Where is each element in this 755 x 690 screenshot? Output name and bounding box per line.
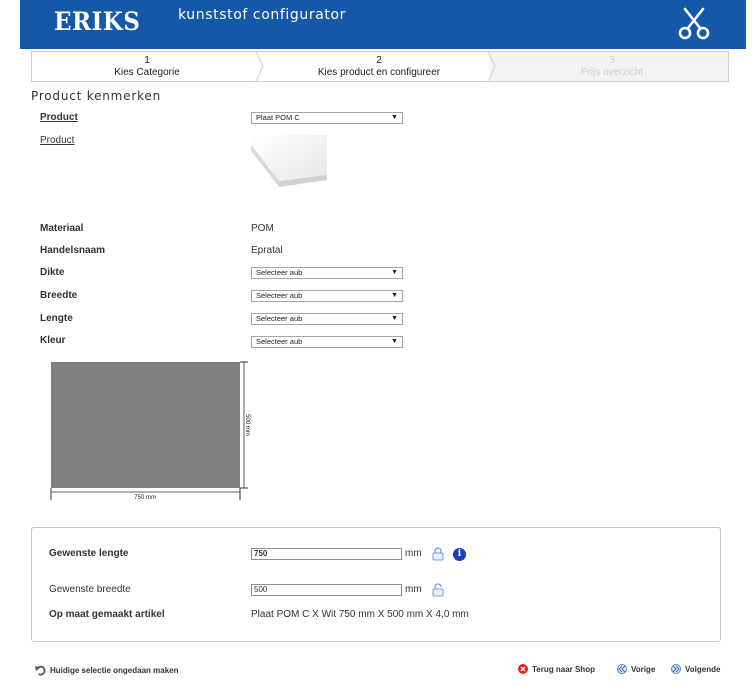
product-select[interactable]: Plaat POM C ▼ bbox=[251, 112, 403, 124]
gewenste-lengte-input[interactable]: 750 bbox=[251, 548, 402, 560]
back-to-shop-label: Terug naar Shop bbox=[532, 664, 595, 674]
breedte-select-value: Selecteer aub bbox=[256, 291, 303, 300]
lock-open-icon[interactable] bbox=[432, 583, 444, 597]
lock-closed-icon[interactable] bbox=[432, 547, 444, 561]
kleur-select[interactable]: Selecteer aub ▼ bbox=[251, 336, 403, 348]
lengte-select-value: Selecteer aub bbox=[256, 314, 303, 323]
dropdown-arrow-icon: ▼ bbox=[391, 114, 398, 121]
previous-icon bbox=[617, 664, 627, 674]
dimension-diagram: 750 mm 500 mm bbox=[50, 361, 250, 501]
wizard-steps: 1 Kies Categorie 2 Kies product en confi… bbox=[31, 51, 729, 82]
kleur-select-value: Selecteer aub bbox=[256, 337, 303, 346]
step-kies-product[interactable]: 2 Kies product en configureer bbox=[263, 51, 495, 82]
step-label: Kies Categorie bbox=[114, 67, 180, 78]
product-image-label: Product bbox=[40, 135, 75, 146]
dropdown-arrow-icon: ▼ bbox=[391, 315, 398, 322]
app-header: ERIKS kunststof configurator bbox=[20, 0, 746, 49]
handelsnaam-value: Epratal bbox=[251, 245, 283, 256]
dropdown-arrow-icon: ▼ bbox=[391, 338, 398, 345]
kleur-label: Kleur bbox=[40, 335, 66, 346]
handelsnaam-label: Handelsnaam bbox=[40, 245, 106, 256]
lengte-select[interactable]: Selecteer aub ▼ bbox=[251, 313, 403, 325]
width-dimension-label: 750 mm bbox=[134, 495, 156, 501]
gewenste-breedte-input[interactable]: 500 bbox=[251, 584, 402, 596]
gewenste-lengte-label: Gewenste lengte bbox=[49, 548, 129, 559]
lengte-unit: mm bbox=[405, 548, 422, 559]
previous-link[interactable]: Vorige bbox=[617, 664, 655, 674]
product-select-value: Plaat POM C bbox=[256, 113, 300, 122]
step-number: 2 bbox=[376, 55, 382, 66]
materiaal-label: Materiaal bbox=[40, 223, 84, 234]
breedte-unit: mm bbox=[405, 584, 422, 595]
next-icon bbox=[671, 664, 681, 674]
app-title: kunststof configurator bbox=[178, 7, 346, 23]
height-dimension-label: 500 mm bbox=[244, 414, 250, 436]
back-to-shop-link[interactable]: Terug naar Shop bbox=[518, 664, 595, 674]
op-maat-label: Op maat gemaakt artikel bbox=[49, 609, 165, 620]
dikte-label: Dikte bbox=[40, 267, 65, 278]
dropdown-arrow-icon: ▼ bbox=[391, 269, 398, 276]
product-image bbox=[251, 135, 327, 187]
step-number: 3 bbox=[609, 55, 615, 66]
breedte-label: Breedte bbox=[40, 290, 78, 301]
step-label: Kies product en configureer bbox=[317, 67, 441, 78]
sheet-preview bbox=[51, 362, 240, 488]
scissors-icon[interactable] bbox=[676, 5, 712, 41]
eriks-logo: ERIKS bbox=[54, 7, 141, 36]
lengte-label: Lengte bbox=[40, 313, 73, 324]
undo-selection-link[interactable]: Huidige selectie ongedaan maken bbox=[35, 664, 178, 676]
step-label: Prijs overzicht bbox=[580, 67, 644, 78]
materiaal-value: POM bbox=[251, 223, 274, 234]
breedte-select[interactable]: Selecteer aub ▼ bbox=[251, 290, 403, 302]
step-prijs-overzicht: 3 Prijs overzicht bbox=[495, 51, 729, 82]
dikte-select-value: Selecteer aub bbox=[256, 268, 303, 277]
next-label: Volgende bbox=[685, 664, 721, 674]
product-label: Product bbox=[40, 112, 78, 123]
op-maat-value: Plaat POM C X Wit 750 mm X 500 mm X 4,0 … bbox=[251, 609, 469, 620]
dikte-select[interactable]: Selecteer aub ▼ bbox=[251, 267, 403, 279]
step-kies-categorie[interactable]: 1 Kies Categorie bbox=[31, 51, 263, 82]
gewenste-breedte-label: Gewenste breedte bbox=[49, 584, 131, 595]
undo-icon bbox=[35, 665, 46, 676]
info-icon[interactable]: i bbox=[453, 548, 466, 561]
undo-label: Huidige selectie ongedaan maken bbox=[50, 665, 179, 675]
previous-label: Vorige bbox=[631, 664, 656, 674]
close-circle-icon bbox=[518, 664, 528, 674]
step-number: 1 bbox=[144, 55, 150, 66]
section-title: Product kenmerken bbox=[31, 89, 162, 103]
dropdown-arrow-icon: ▼ bbox=[391, 292, 398, 299]
next-link[interactable]: Volgende bbox=[671, 664, 720, 674]
